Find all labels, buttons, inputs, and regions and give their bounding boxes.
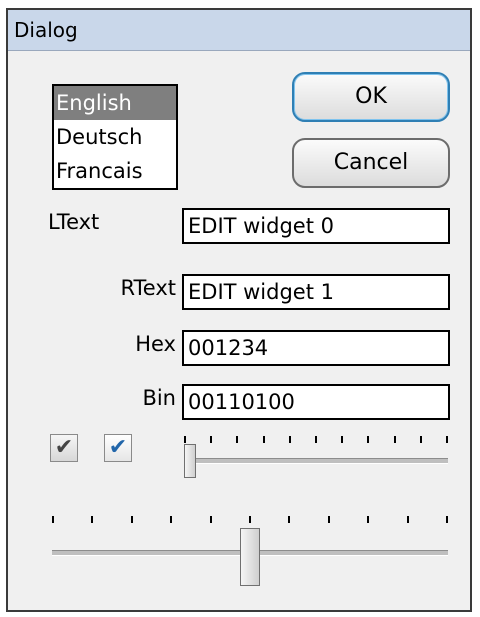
list-item-francais[interactable]: Francais <box>54 154 176 188</box>
hex-field[interactable]: 001234 <box>182 330 450 366</box>
slider-tick <box>446 516 448 523</box>
checkmark-icon: ✔ <box>54 435 74 460</box>
slider-tick <box>315 436 317 443</box>
slider-tick <box>52 516 54 523</box>
language-listbox[interactable]: English Deutsch Francais <box>52 84 178 190</box>
ok-button[interactable]: OK <box>292 72 450 122</box>
slider-tick <box>170 516 172 523</box>
slider-tick <box>328 516 330 523</box>
hex-label: Hex <box>135 332 176 356</box>
slider-tick <box>407 516 409 523</box>
slider-tick <box>184 436 186 443</box>
window-title: Dialog <box>14 18 78 42</box>
disabled-checkbox[interactable]: ✔ <box>50 434 78 462</box>
bin-label: Bin <box>142 386 176 410</box>
rtext-field[interactable]: EDIT widget 1 <box>182 274 450 310</box>
slider-tick <box>236 436 238 443</box>
slider-tick <box>367 436 369 443</box>
slider-track <box>184 458 448 464</box>
slider-tick <box>288 516 290 523</box>
enabled-checkbox[interactable]: ✔ <box>104 434 132 462</box>
rtext-label: RText <box>120 276 176 300</box>
list-item-deutsch[interactable]: Deutsch <box>54 120 176 154</box>
slider-thumb[interactable] <box>184 444 196 478</box>
cancel-button[interactable]: Cancel <box>292 138 450 188</box>
ltext-label: LText <box>48 210 100 234</box>
slider-thumb[interactable] <box>240 528 260 586</box>
slider-tick <box>210 516 212 523</box>
slider-tick <box>263 436 265 443</box>
slider-tick <box>131 516 133 523</box>
dialog-window: Dialog English Deutsch Francais OK Cance… <box>6 8 472 612</box>
slider-tick <box>249 516 251 523</box>
title-bar[interactable]: Dialog <box>8 10 470 51</box>
slider-tick <box>91 516 93 523</box>
slider-tick <box>289 436 291 443</box>
slider-large[interactable] <box>52 510 448 590</box>
slider-tick <box>341 436 343 443</box>
list-item-english[interactable]: English <box>54 86 176 120</box>
ltext-field[interactable]: EDIT widget 0 <box>182 208 450 244</box>
slider-tick <box>446 436 448 443</box>
slider-tick <box>210 436 212 443</box>
slider-tick <box>367 516 369 523</box>
checkmark-icon: ✔ <box>108 435 128 460</box>
slider-small[interactable] <box>184 430 448 486</box>
bin-field[interactable]: 00110100 <box>182 384 450 420</box>
slider-tick <box>394 436 396 443</box>
slider-tick <box>420 436 422 443</box>
